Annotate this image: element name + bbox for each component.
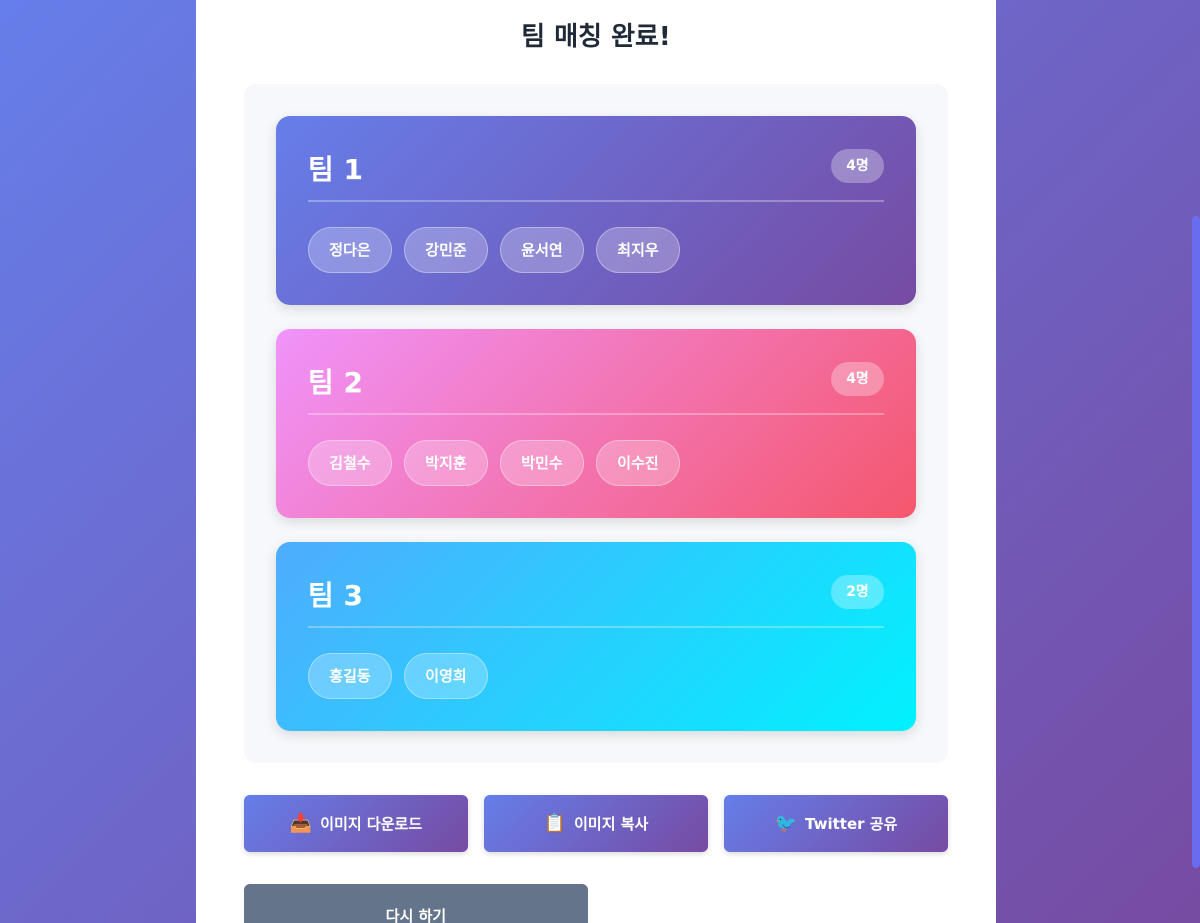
page-title: 팀 매칭 완료! [521,22,671,52]
team-card-2: 팀 2 4명 김철수 박지훈 박민수 이수진 [276,329,916,518]
team-result-area: 팀 1 4명 정다은 강민준 윤서연 최지우 팀 2 4명 김철수 박지훈 박민… [244,84,948,763]
twitter-button-label: Twitter 공유 [805,815,898,833]
clipboard-icon: 📋 [543,812,567,834]
member-list: 홍길동 이영희 [308,653,488,699]
team-card-1: 팀 1 4명 정다은 강민준 윤서연 최지우 [276,116,916,305]
member-chip: 윤서연 [500,227,584,273]
member-chip: 이수진 [596,440,680,486]
member-chip: 최지우 [596,227,680,273]
member-chip: 박지훈 [404,440,488,486]
scrollbar-thumb[interactable] [1192,216,1200,868]
inbox-tray-icon: 📥 [289,812,313,834]
scrollbar[interactable] [1192,0,1200,923]
divider [308,200,884,202]
copy-image-button[interactable]: 📋 이미지 복사 [484,795,708,852]
team-name: 팀 1 [308,153,363,186]
member-chip: 홍길동 [308,653,392,699]
member-chip: 김철수 [308,440,392,486]
member-count-badge: 4명 [831,149,884,183]
main-container: 팀 매칭 완료! 팀 1 4명 정다은 강민준 윤서연 최지우 팀 2 4명 김… [196,0,996,923]
download-image-button[interactable]: 📥 이미지 다운로드 [244,795,468,852]
retry-button[interactable]: 다시 하기 [244,884,588,923]
divider [308,626,884,628]
team-name: 팀 3 [308,579,363,612]
member-chip: 강민준 [404,227,488,273]
team-card-3: 팀 3 2명 홍길동 이영희 [276,542,916,731]
member-count-badge: 4명 [831,362,884,396]
member-chip: 이영희 [404,653,488,699]
member-chip: 박민수 [500,440,584,486]
member-list: 정다은 강민준 윤서연 최지우 [308,227,680,273]
copy-button-label: 이미지 복사 [574,815,649,833]
member-list: 김철수 박지훈 박민수 이수진 [308,440,680,486]
bird-icon: 🐦 [774,812,798,834]
team-name: 팀 2 [308,366,363,399]
divider [308,413,884,415]
twitter-share-button[interactable]: 🐦 Twitter 공유 [724,795,948,852]
member-chip: 정다은 [308,227,392,273]
member-count-badge: 2명 [831,575,884,609]
download-button-label: 이미지 다운로드 [320,815,423,833]
